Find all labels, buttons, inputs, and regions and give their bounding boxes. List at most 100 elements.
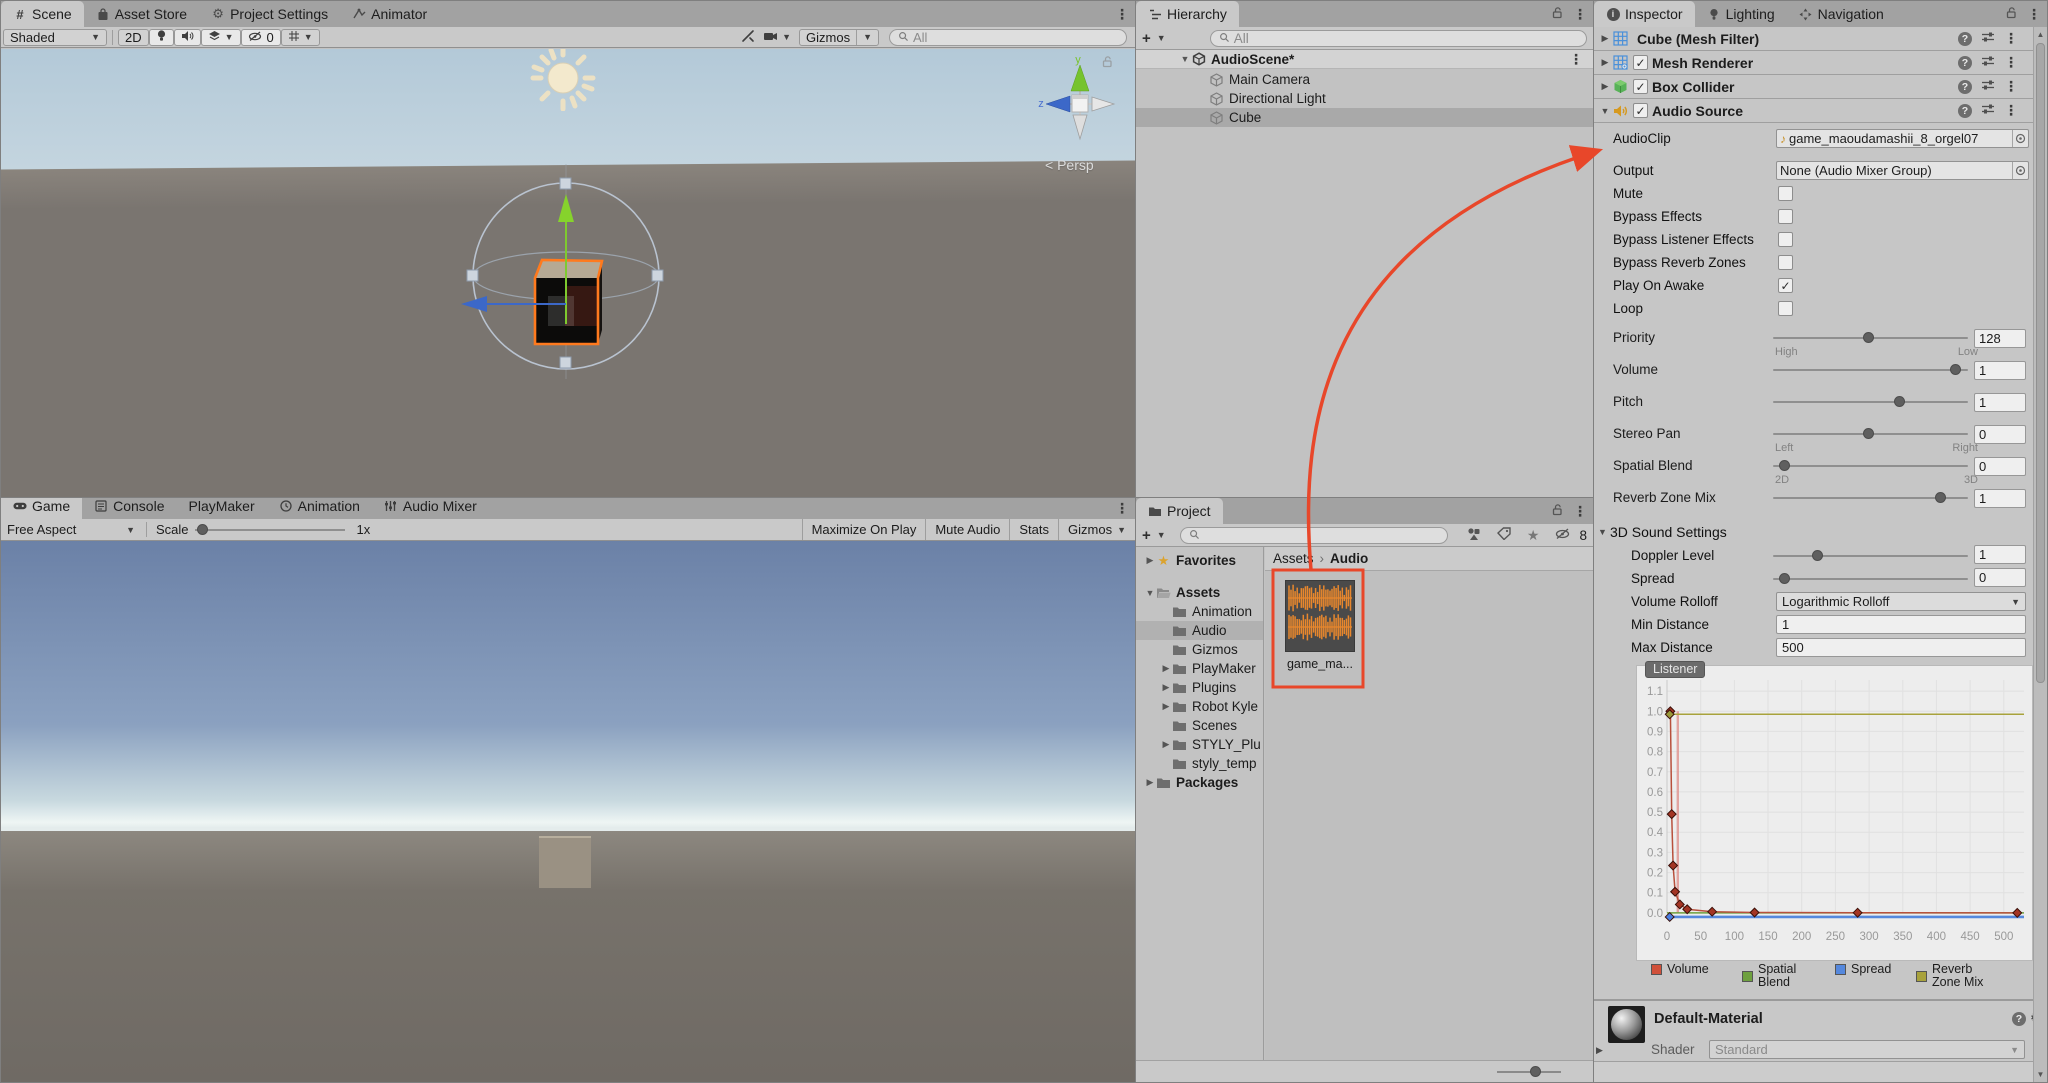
hierarchy-item-cube[interactable]: Cube	[1136, 108, 1593, 127]
shader-dropdown[interactable]: Standard▼	[1709, 1040, 2025, 1059]
audio-asset-caption[interactable]: game_ma...	[1265, 657, 1375, 671]
tab-scene[interactable]: #Scene	[1, 1, 84, 27]
slider-thumb[interactable]	[1950, 364, 1961, 375]
slider-thumb[interactable]	[1779, 460, 1790, 471]
scene-search-input[interactable]: All	[889, 29, 1127, 46]
grid-caret-icon[interactable]: ▼	[304, 32, 313, 42]
project-create-caret-icon[interactable]: ▼	[1157, 530, 1166, 540]
slider-thumb[interactable]	[1812, 550, 1823, 561]
tab-console[interactable]: Console	[82, 497, 176, 519]
project-lock-icon[interactable]	[1551, 503, 1563, 519]
tab-animator[interactable]: Animator	[340, 1, 439, 27]
selected-cube-gizmo[interactable]	[453, 164, 683, 379]
tab-inspector[interactable]: iInspector	[1594, 1, 1695, 27]
thumbnail-size-thumb[interactable]	[1530, 1066, 1541, 1077]
tab-game[interactable]: Game	[1, 497, 82, 519]
aspect-dropdown[interactable]: Free Aspect▼	[1, 522, 141, 537]
scene-menu-kebab-icon[interactable]: ⋮	[1115, 6, 1129, 23]
help-icon[interactable]: ?	[1958, 80, 1972, 94]
object-picker-icon[interactable]	[2012, 130, 2028, 147]
persp-mode-label[interactable]: < Persp	[1045, 157, 1094, 173]
gizmos-button[interactable]: Gizmos▼	[1058, 519, 1135, 540]
component-header-box-collider[interactable]: ▶✓Box Collider?⋮	[1594, 75, 2035, 99]
bypass-listener-effects-checkbox[interactable]	[1778, 232, 1793, 247]
foldout-icon[interactable]: ▶	[1144, 555, 1156, 566]
scrollbar-thumb[interactable]	[2036, 43, 2045, 683]
camera-icon[interactable]	[763, 30, 779, 45]
scale-slider-thumb[interactable]	[197, 524, 208, 535]
foldout-icon[interactable]: ▶	[1598, 33, 1612, 44]
mute-checkbox[interactable]	[1778, 186, 1793, 201]
preset-icon[interactable]	[1981, 103, 1995, 118]
component-kebab-icon[interactable]: ⋮	[2004, 54, 2018, 71]
component-kebab-icon[interactable]: ⋮	[2004, 78, 2018, 95]
preset-icon[interactable]	[1981, 31, 1995, 46]
tab-lighting[interactable]: Lighting	[1695, 1, 1787, 27]
spread-slider[interactable]	[1773, 578, 1968, 580]
listener-badge[interactable]: Listener	[1645, 661, 1705, 678]
3d-sound-settings-foldout[interactable]: ▼3D Sound Settings	[1594, 520, 2035, 544]
slider-thumb[interactable]	[1779, 573, 1790, 584]
draw-mode-dropdown[interactable]: Shaded▼	[3, 29, 107, 46]
hierarchy-item-main-camera[interactable]: Main Camera	[1136, 70, 1593, 89]
tree-item-plugins[interactable]: ▶Plugins	[1136, 678, 1263, 697]
tab-playmaker[interactable]: PlayMaker	[177, 497, 267, 519]
volume-rolloff-dropdown[interactable]: Logarithmic Rolloff▼	[1776, 592, 2026, 611]
project-search-input[interactable]	[1180, 527, 1448, 544]
project-eye-slash-icon[interactable]	[1555, 528, 1571, 543]
grid-visibility-button[interactable]: ▼	[281, 29, 320, 46]
stereo-pan-slider[interactable]	[1773, 433, 1968, 435]
breadcrumb-current[interactable]: Audio	[1330, 551, 1368, 566]
object-picker-icon[interactable]	[2012, 162, 2028, 179]
stats-button[interactable]: Stats	[1009, 519, 1058, 540]
component-kebab-icon[interactable]: ⋮	[2004, 30, 2018, 47]
hierarchy-item-directional-light[interactable]: Directional Light	[1136, 89, 1593, 108]
material-help-icon[interactable]: ?	[2012, 1012, 2026, 1026]
foldout-icon[interactable]: ▶	[1598, 57, 1612, 68]
tools-icon[interactable]	[741, 29, 755, 46]
tab-project-settings[interactable]: ⚙Project Settings	[199, 1, 340, 27]
pitch-slider[interactable]	[1773, 401, 1968, 403]
hidden-objects-toggle[interactable]: 0	[241, 29, 281, 46]
component-kebab-icon[interactable]: ⋮	[2004, 102, 2018, 119]
material-foldout-icon[interactable]: ▶	[1596, 1045, 1603, 1056]
foldout-icon[interactable]: ▶	[1160, 682, 1172, 693]
play-on-awake-checkbox[interactable]: ✓	[1778, 278, 1793, 293]
search-by-type-icon[interactable]	[1466, 527, 1481, 544]
component-header-mesh-renderer[interactable]: ▶✓Mesh Renderer?⋮	[1594, 51, 2035, 75]
search-by-label-icon[interactable]	[1497, 527, 1511, 543]
doppler-level-slider[interactable]	[1773, 555, 1968, 557]
component-enabled-checkbox[interactable]: ✓	[1633, 55, 1648, 70]
mute-audio-button[interactable]: Mute Audio	[925, 519, 1009, 540]
tab-navigation[interactable]: Navigation	[1787, 1, 1896, 27]
favorites-star-icon[interactable]: ★	[1527, 527, 1540, 544]
slider-thumb[interactable]	[1935, 492, 1946, 503]
hierarchy-item-audioscene-[interactable]: ▼AudioScene*⋮	[1136, 50, 1593, 69]
inspector-lock-icon[interactable]	[2005, 6, 2017, 22]
toggle-2d-button[interactable]: 2D	[118, 29, 149, 46]
volume-value-input[interactable]: 1	[1974, 361, 2026, 380]
foldout-icon[interactable]: ▼	[1598, 106, 1612, 116]
component-enabled-checkbox[interactable]: ✓	[1633, 79, 1648, 94]
thumbnail-size-slider[interactable]	[1497, 1071, 1561, 1073]
slider-thumb[interactable]	[1863, 428, 1874, 439]
inspector-menu-kebab-icon[interactable]: ⋮	[2027, 6, 2041, 23]
help-icon[interactable]: ?	[1958, 56, 1972, 70]
tree-item-packages[interactable]: ▶Packages	[1136, 773, 1263, 792]
tree-item-audio[interactable]: Audio	[1136, 621, 1263, 640]
priority-slider[interactable]	[1773, 337, 1968, 339]
scale-slider[interactable]	[195, 523, 345, 537]
foldout-icon[interactable]: ▶	[1160, 701, 1172, 712]
output-object-field[interactable]: None (Audio Mixer Group)	[1776, 161, 2029, 180]
tree-item-styly-temp[interactable]: styly_temp	[1136, 754, 1263, 773]
loop-checkbox[interactable]	[1778, 301, 1793, 316]
volume-slider[interactable]	[1773, 369, 1968, 371]
scene-gizmos-dropdown[interactable]: Gizmos▼	[799, 29, 879, 46]
component-enabled-checkbox[interactable]: ✓	[1633, 103, 1648, 118]
volume-rolloff-graph[interactable]: Listener 0.00.10.20.30.40.50.60.70.80.91…	[1636, 665, 2033, 961]
bypass-reverb-zones-checkbox[interactable]	[1778, 255, 1793, 270]
min-distance-input[interactable]: 1	[1776, 615, 2026, 634]
spatial-blend-value-input[interactable]: 0	[1974, 457, 2026, 476]
tab-project[interactable]: Project	[1136, 498, 1223, 524]
effects-caret-icon[interactable]: ▼	[225, 32, 234, 42]
